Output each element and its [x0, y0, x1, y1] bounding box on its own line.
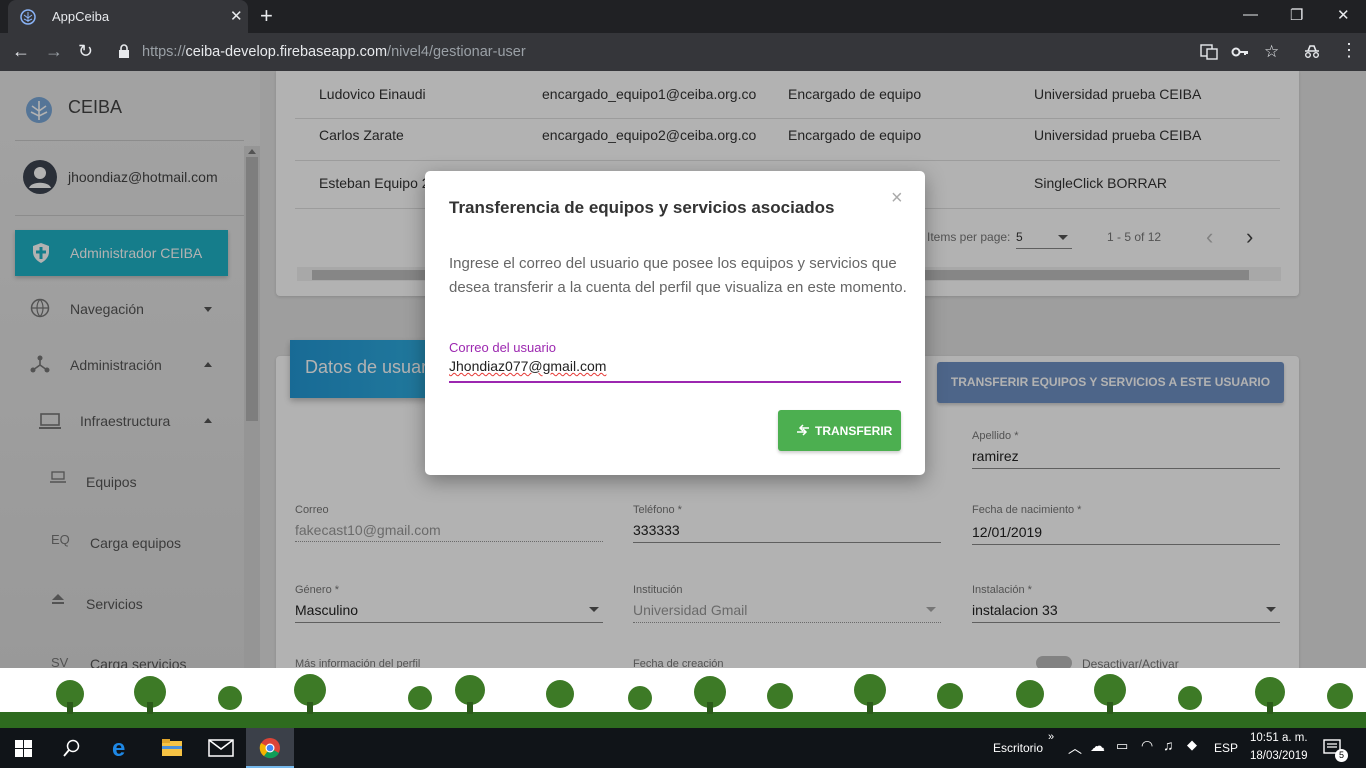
battery-icon[interactable]: ▭ [1116, 738, 1128, 754]
search-icon[interactable] [63, 739, 81, 757]
minimize-icon[interactable]: — [1243, 6, 1258, 23]
url-host: ceiba-develop.firebaseapp.com [185, 44, 388, 60]
new-tab-icon[interactable]: + [260, 4, 273, 28]
windows-start-icon[interactable] [15, 740, 32, 757]
menu-icon[interactable]: ⋮ [1340, 40, 1358, 61]
volume-icon[interactable]: ♫ [1163, 737, 1174, 753]
browser-toolbar: ← → ↻ https://ceiba-develop.firebaseapp.… [0, 33, 1366, 71]
incognito-icon[interactable] [1303, 43, 1321, 61]
transfer-dialog: Transferencia de equipos y servicios aso… [425, 171, 925, 475]
dialog-title: Transferencia de equipos y servicios aso… [449, 198, 835, 217]
email-field[interactable]: Jhondiaz077@gmail.com [449, 358, 606, 374]
forest-banner [0, 668, 1366, 728]
browser-tab-bar: AppCeiba ✕ + — ❐ ✕ [0, 0, 1366, 33]
browser-tab[interactable]: AppCeiba ✕ [8, 0, 248, 33]
windows-taskbar: e Escritorio » ︿ ☁ ▭ ◠ ♫ ◆ ESP 10:51 a. … [0, 728, 1366, 768]
email-field-label: Correo del usuario [449, 340, 556, 355]
bookmark-star-icon[interactable]: ☆ [1264, 42, 1279, 62]
dialog-description: Ingrese el correo del usuario que posee … [449, 255, 907, 296]
wifi-icon[interactable]: ◠ [1141, 737, 1153, 754]
clock-time[interactable]: 10:51 a. m. [1250, 732, 1308, 744]
back-icon[interactable]: ← [12, 41, 30, 62]
transfer-button-label: TRANSFERIR [815, 424, 893, 438]
tab-title: AppCeiba [52, 9, 110, 24]
reload-icon[interactable]: ↻ [78, 41, 93, 62]
ceiba-favicon-icon [20, 9, 36, 25]
lock-icon [119, 44, 129, 58]
edge-icon[interactable]: e [112, 735, 125, 763]
dropbox-icon[interactable]: ◆ [1187, 737, 1197, 753]
chrome-icon [259, 738, 280, 759]
dialog-close-icon[interactable]: × [891, 187, 903, 210]
key-icon[interactable] [1231, 43, 1249, 61]
tray-chevron-up-icon[interactable]: ︿ [1068, 738, 1082, 758]
toolbar-expand-icon[interactable]: » [1048, 731, 1054, 743]
restore-icon[interactable]: ❐ [1290, 6, 1303, 24]
language-indicator[interactable]: ESP [1214, 741, 1238, 755]
onedrive-icon[interactable]: ☁ [1090, 737, 1105, 755]
notification-count-badge: 5 [1335, 749, 1348, 762]
email-field-underline [449, 381, 901, 383]
address-bar[interactable]: https://ceiba-develop.firebaseapp.com/ni… [142, 44, 526, 60]
url-path: /nivel4/gestionar-user [387, 44, 526, 60]
tab-close-icon[interactable]: ✕ [230, 7, 243, 25]
mail-icon[interactable] [208, 739, 234, 757]
transfer-button[interactable]: TRANSFERIR [778, 410, 901, 451]
forest-illustration [0, 674, 1366, 728]
taskbar-chrome-active[interactable] [246, 728, 294, 768]
window-close-icon[interactable]: ✕ [1337, 6, 1350, 24]
transfer-arrows-icon [797, 424, 809, 436]
forward-icon[interactable]: → [45, 41, 63, 62]
translate-icon[interactable] [1200, 43, 1218, 61]
clock-date[interactable]: 18/03/2019 [1250, 750, 1308, 762]
url-scheme: https:// [142, 44, 186, 60]
file-explorer-icon[interactable] [161, 738, 183, 758]
desktop-label[interactable]: Escritorio [993, 741, 1043, 755]
